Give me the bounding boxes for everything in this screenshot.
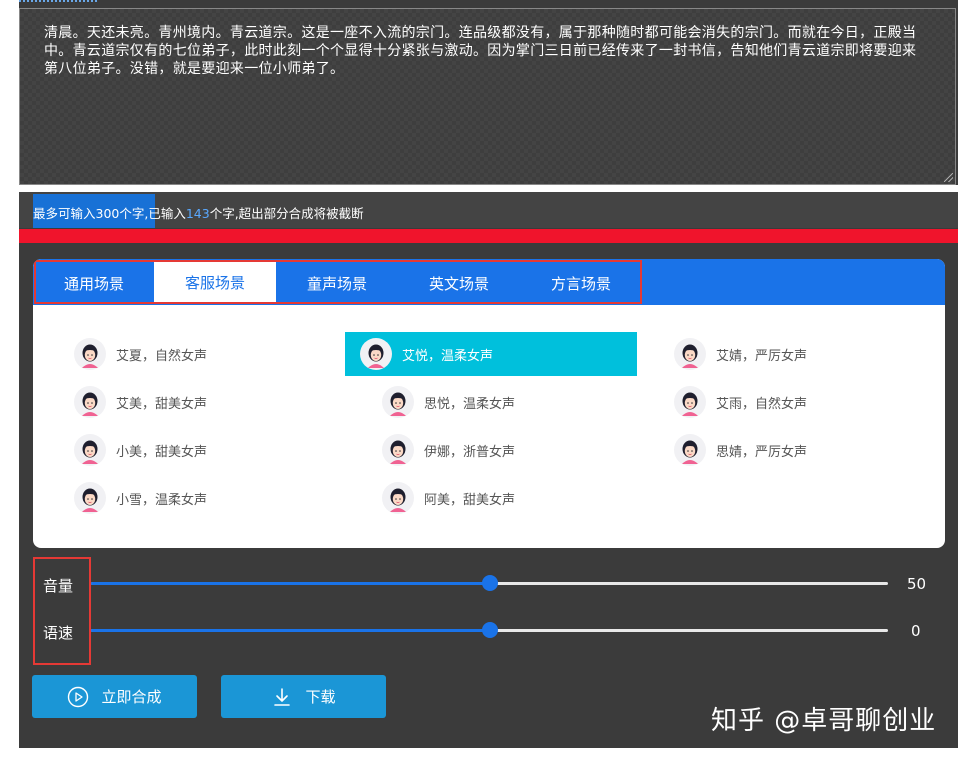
voice-option-label: 思悦，温柔女声 xyxy=(424,396,516,412)
voice-option[interactable]: 艾夏，自然女声 xyxy=(37,332,329,376)
avatar-icon xyxy=(74,482,106,514)
voice-panel: 通用场景 客服场景 童声场景 英文场景 方言场景 艾夏，自然女声 艾美，甜美女声… xyxy=(33,259,945,548)
avatar-icon xyxy=(382,386,414,418)
resize-grip-icon[interactable] xyxy=(944,173,953,182)
voice-option[interactable]: 小雪，温柔女声 xyxy=(37,476,329,520)
tab-dialect[interactable]: 方言场景 xyxy=(520,263,642,303)
avatar-icon xyxy=(674,386,706,418)
avatar-icon xyxy=(74,434,106,466)
volume-slider-fill xyxy=(91,582,490,585)
text-input-area[interactable]: 清晨。天还未亮。青州境内。青云道宗。这是一座不入流的宗门。连品级都没有，属于那种… xyxy=(19,8,956,185)
avatar-icon xyxy=(360,338,392,370)
red-annotation-bar xyxy=(19,229,958,243)
voice-option-label: 阿美，甜美女声 xyxy=(424,492,516,508)
voice-option[interactable]: 艾美，甜美女声 xyxy=(37,380,329,424)
avatar-icon xyxy=(674,434,706,466)
play-circle-icon xyxy=(68,686,89,707)
tab-english[interactable]: 英文场景 xyxy=(398,263,520,303)
volume-slider[interactable] xyxy=(91,575,888,591)
voice-option[interactable]: 艾雨，自然女声 xyxy=(637,380,929,424)
scene-tabs: 通用场景 客服场景 童声场景 英文场景 方言场景 xyxy=(33,259,945,305)
synthesize-button[interactable]: 立即合成 xyxy=(32,675,197,718)
voice-option-label: 艾婧，严厉女声 xyxy=(716,348,808,364)
avatar-icon xyxy=(674,338,706,370)
avatar-icon xyxy=(382,482,414,514)
volume-slider-thumb[interactable] xyxy=(481,575,498,591)
avatar-icon xyxy=(74,338,106,370)
divider xyxy=(19,185,958,192)
voice-option[interactable]: 思婧，严厉女声 xyxy=(637,428,929,472)
text-input-content[interactable]: 清晨。天还未亮。青州境内。青云道宗。这是一座不入流的宗门。连品级都没有，属于那种… xyxy=(44,24,929,78)
volume-label: 音量 xyxy=(43,577,74,595)
tab-general[interactable]: 通用场景 xyxy=(33,263,155,303)
avatar-icon xyxy=(74,386,106,418)
watermark: 知乎 @卓哥聊创业 xyxy=(711,706,937,736)
speed-label: 语速 xyxy=(43,624,74,642)
voice-option-label: 艾夏，自然女声 xyxy=(116,348,208,364)
char-count-bar: 最多可输入300个字,已输入143个字,超出部分合成将被截断 xyxy=(19,192,958,228)
char-limit-suffix: 个字,超出部分合成将被截断 xyxy=(209,206,364,221)
speed-slider-fill xyxy=(91,629,490,632)
download-icon xyxy=(274,687,291,706)
speed-slider-thumb[interactable] xyxy=(481,622,498,638)
volume-value: 50 xyxy=(907,575,927,593)
tab-customer-service[interactable]: 客服场景 xyxy=(154,261,276,304)
voice-option[interactable]: 伊娜，浙普女声 xyxy=(345,428,637,472)
top-dotted-line xyxy=(19,0,99,2)
char-limit-prefix: 最多可输入300个字,已输入 xyxy=(33,206,186,221)
voice-option[interactable]: 艾婧，严厉女声 xyxy=(637,332,929,376)
voice-option-label: 艾悦，温柔女声 xyxy=(402,348,494,364)
voice-option[interactable]: 小美，甜美女声 xyxy=(37,428,329,472)
char-count-value: 143 xyxy=(185,206,210,221)
speed-slider[interactable] xyxy=(91,622,888,638)
voice-option-label: 小雪，温柔女声 xyxy=(116,492,208,508)
voice-option-label: 艾雨，自然女声 xyxy=(716,396,808,412)
speed-value: 0 xyxy=(911,622,921,640)
tab-child-voice[interactable]: 童声场景 xyxy=(276,263,398,303)
avatar-icon xyxy=(382,434,414,466)
char-count-text: 最多可输入300个字,已输入143个字,超出部分合成将被截断 xyxy=(33,203,364,222)
voice-option-label: 思婧，严厉女声 xyxy=(716,444,808,460)
voice-option-label: 小美，甜美女声 xyxy=(116,444,208,460)
voice-option[interactable]: 艾悦，温柔女声 xyxy=(345,332,637,376)
voice-option-label: 艾美，甜美女声 xyxy=(116,396,208,412)
voice-option[interactable]: 阿美，甜美女声 xyxy=(345,476,637,520)
download-button[interactable]: 下载 xyxy=(221,675,386,718)
voice-option[interactable]: 思悦，温柔女声 xyxy=(345,380,637,424)
download-label: 下载 xyxy=(305,688,336,706)
synthesize-label: 立即合成 xyxy=(101,688,162,706)
slider-labels-outline xyxy=(33,557,91,665)
voice-option-label: 伊娜，浙普女声 xyxy=(424,444,516,460)
